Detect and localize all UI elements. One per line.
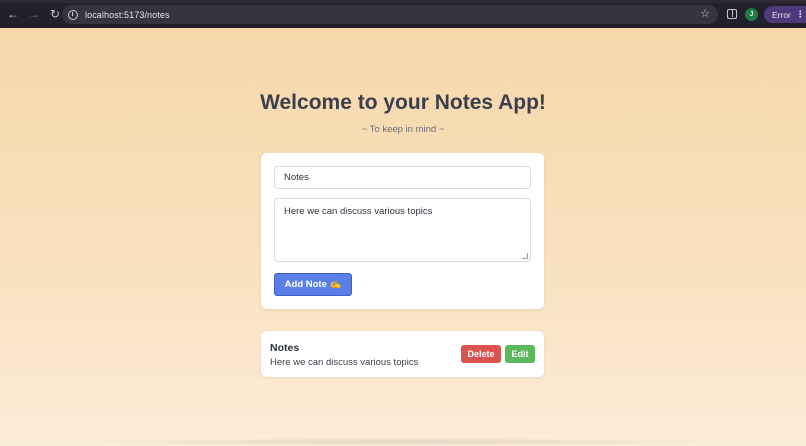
note-body-textarea[interactable]: Here we can discuss various topics	[274, 198, 531, 262]
note-item-body: Here we can discuss various topics	[270, 357, 419, 368]
edit-note-button[interactable]: Edit	[505, 345, 535, 363]
note-title-input[interactable]: Notes	[274, 166, 531, 189]
error-label: Error	[772, 9, 791, 20]
tab-strip	[0, 0, 806, 3]
profile-avatar[interactable]: J	[745, 8, 758, 21]
site-info-icon[interactable]	[68, 9, 78, 20]
forward-arrow-icon[interactable]: →	[25, 5, 43, 23]
page-subtitle: ~ To keep in mind ~	[361, 124, 445, 135]
browser-toolbar: ← → ↻ localhost:5173/notes ☆ J Error ⋮	[0, 0, 806, 28]
bottom-shadow	[60, 438, 746, 446]
error-button[interactable]: Error ⋮	[764, 6, 806, 23]
back-arrow-icon[interactable]: ←	[4, 5, 22, 23]
resize-handle-icon[interactable]	[522, 253, 528, 259]
page-title: Welcome to your Notes App!	[260, 91, 546, 114]
bookmark-star-icon[interactable]: ☆	[700, 7, 710, 20]
side-panel-icon[interactable]	[727, 9, 737, 19]
note-body-text: Here we can discuss various topics	[284, 206, 433, 217]
add-note-button[interactable]: Add Note ✍️	[274, 273, 352, 296]
url-text[interactable]: localhost:5173/notes	[85, 10, 170, 20]
more-vert-icon[interactable]: ⋮	[796, 9, 805, 20]
note-form-card: Notes Here we can discuss various topics…	[261, 153, 544, 309]
note-item: Notes Here we can discuss various topics…	[261, 331, 544, 377]
page-body: Welcome to your Notes App! ~ To keep in …	[0, 28, 806, 446]
note-item-title: Notes	[270, 342, 300, 354]
address-bar[interactable]: localhost:5173/notes ☆	[62, 5, 718, 24]
delete-note-button[interactable]: Delete	[461, 345, 501, 363]
